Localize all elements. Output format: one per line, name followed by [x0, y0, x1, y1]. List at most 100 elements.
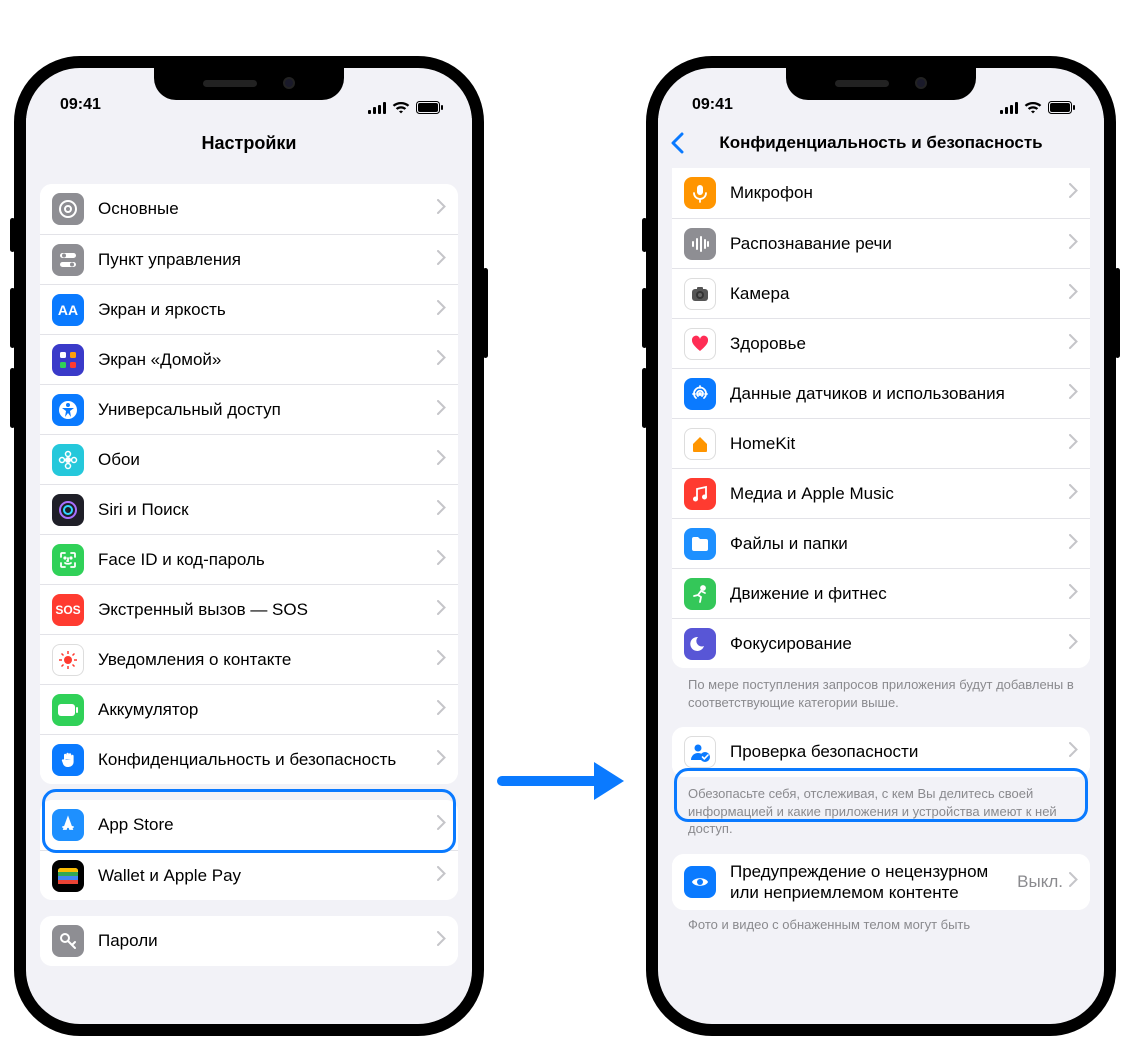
page-title: Конфиденциальность и безопасность — [719, 133, 1042, 153]
row-label: Предупреждение о нецензурном или неприем… — [730, 861, 1017, 904]
key-icon — [52, 925, 84, 957]
row-value: Выкл. — [1017, 872, 1063, 892]
chevron-right-icon — [437, 815, 446, 835]
row-label: Фокусирование — [730, 633, 1069, 654]
row-label: Проверка безопасности — [730, 741, 1069, 762]
privacy-section-2: Проверка безопасности — [672, 727, 1090, 777]
settings-row[interactable]: Конфиденциальность и безопасность — [40, 734, 458, 784]
privacy-row[interactable]: Предупреждение о нецензурном или неприем… — [672, 854, 1090, 911]
flow-arrow-icon — [494, 756, 634, 806]
row-label: Движение и фитнес — [730, 583, 1069, 604]
section-footer: По мере поступления запросов приложения … — [672, 668, 1090, 711]
home-icon — [684, 428, 716, 460]
row-label: Камера — [730, 283, 1069, 304]
privacy-row[interactable]: HomeKit — [672, 418, 1090, 468]
chevron-right-icon — [437, 450, 446, 470]
chevron-right-icon — [1069, 634, 1078, 654]
music-icon — [684, 478, 716, 510]
status-icons — [368, 101, 444, 114]
settings-row[interactable]: Siri и Поиск — [40, 484, 458, 534]
section-footer: Обезопасьте себя, отслеживая, с кем Вы д… — [672, 777, 1090, 838]
chevron-right-icon — [437, 250, 446, 270]
mic-icon — [684, 177, 716, 209]
section-footer: Фото и видео с обнаженным телом могут бы… — [672, 910, 1090, 934]
eye-icon — [684, 866, 716, 898]
battery-icon — [52, 694, 84, 726]
folder-icon — [684, 528, 716, 560]
gear-icon — [52, 193, 84, 225]
nav-title: Конфиденциальность и безопасность — [658, 118, 1104, 168]
settings-row[interactable]: Основные — [40, 184, 458, 234]
phone-frame-right: 09:41 Конфиденциальность и безопасность … — [646, 56, 1116, 1036]
chevron-right-icon — [1069, 484, 1078, 504]
row-label: Экран и яркость — [98, 299, 437, 320]
privacy-row[interactable]: Распознавание речи — [672, 218, 1090, 268]
privacy-row[interactable]: Микрофон — [672, 168, 1090, 218]
privacy-section-3: Предупреждение о нецензурном или неприем… — [672, 854, 1090, 911]
privacy-row[interactable]: Данные датчиков и использования — [672, 368, 1090, 418]
switches-icon — [52, 244, 84, 276]
row-label: Обои — [98, 449, 437, 470]
row-label: Распознавание речи — [730, 233, 1069, 254]
privacy-row[interactable]: Здоровье — [672, 318, 1090, 368]
chevron-right-icon — [437, 931, 446, 951]
status-icons — [1000, 101, 1076, 114]
phone-frame-left: 09:41 Настройки ОсновныеПункт управления… — [14, 56, 484, 1036]
exposure-icon — [52, 644, 84, 676]
appstore-icon — [52, 809, 84, 841]
row-label: Конфиденциальность и безопасность — [98, 749, 437, 770]
heart-icon — [684, 328, 716, 360]
chevron-right-icon — [1069, 284, 1078, 304]
row-label: Уведомления о контакте — [98, 649, 437, 670]
settings-row[interactable]: SOSЭкстренный вызов — SOS — [40, 584, 458, 634]
settings-row[interactable]: Аккумулятор — [40, 684, 458, 734]
row-label: Основные — [98, 198, 437, 219]
settings-row[interactable]: Уведомления о контакте — [40, 634, 458, 684]
settings-row[interactable]: Face ID и код-пароль — [40, 534, 458, 584]
chevron-right-icon — [437, 350, 446, 370]
row-label: Универсальный доступ — [98, 399, 437, 420]
chevron-right-icon — [1069, 384, 1078, 404]
aa-icon: AA — [52, 294, 84, 326]
privacy-row[interactable]: Движение и фитнес — [672, 568, 1090, 618]
chevron-right-icon — [437, 650, 446, 670]
chevron-right-icon — [437, 300, 446, 320]
privacy-row[interactable]: Медиа и Apple Music — [672, 468, 1090, 518]
settings-row[interactable]: Пароли — [40, 916, 458, 966]
screen-settings: 09:41 Настройки ОсновныеПункт управления… — [26, 68, 472, 1024]
privacy-row[interactable]: Файлы и папки — [672, 518, 1090, 568]
chevron-right-icon — [1069, 183, 1078, 203]
row-label: Пункт управления — [98, 249, 437, 270]
settings-row[interactable]: App Store — [40, 800, 458, 850]
chevron-right-icon — [437, 550, 446, 570]
accessibility-icon — [52, 394, 84, 426]
settings-row[interactable]: AA Экран и яркость — [40, 284, 458, 334]
chevron-right-icon — [437, 866, 446, 886]
chevron-right-icon — [1069, 334, 1078, 354]
privacy-row[interactable]: Камера — [672, 268, 1090, 318]
chevron-right-icon — [437, 199, 446, 219]
screen-privacy: 09:41 Конфиденциальность и безопасность … — [658, 68, 1104, 1024]
flower-icon — [52, 444, 84, 476]
sensor-icon — [684, 378, 716, 410]
row-label: Данные датчиков и использования — [730, 383, 1069, 404]
chevron-right-icon — [437, 500, 446, 520]
nav-title: Настройки — [26, 118, 472, 168]
page-title: Настройки — [202, 133, 297, 154]
settings-row[interactable]: Обои — [40, 434, 458, 484]
hand-icon — [52, 744, 84, 776]
settings-row[interactable]: Универсальный доступ — [40, 384, 458, 434]
row-label: HomeKit — [730, 433, 1069, 454]
run-icon — [684, 578, 716, 610]
sos-icon: SOS — [52, 594, 84, 626]
settings-row[interactable]: Экран «Домой» — [40, 334, 458, 384]
chevron-right-icon — [437, 750, 446, 770]
faceid-icon — [52, 544, 84, 576]
row-label: Wallet и Apple Pay — [98, 865, 437, 886]
notch — [154, 68, 344, 100]
back-button[interactable] — [670, 132, 684, 159]
settings-row[interactable]: Wallet и Apple Pay — [40, 850, 458, 900]
privacy-row[interactable]: Фокусирование — [672, 618, 1090, 668]
privacy-row[interactable]: Проверка безопасности — [672, 727, 1090, 777]
settings-row[interactable]: Пункт управления — [40, 234, 458, 284]
